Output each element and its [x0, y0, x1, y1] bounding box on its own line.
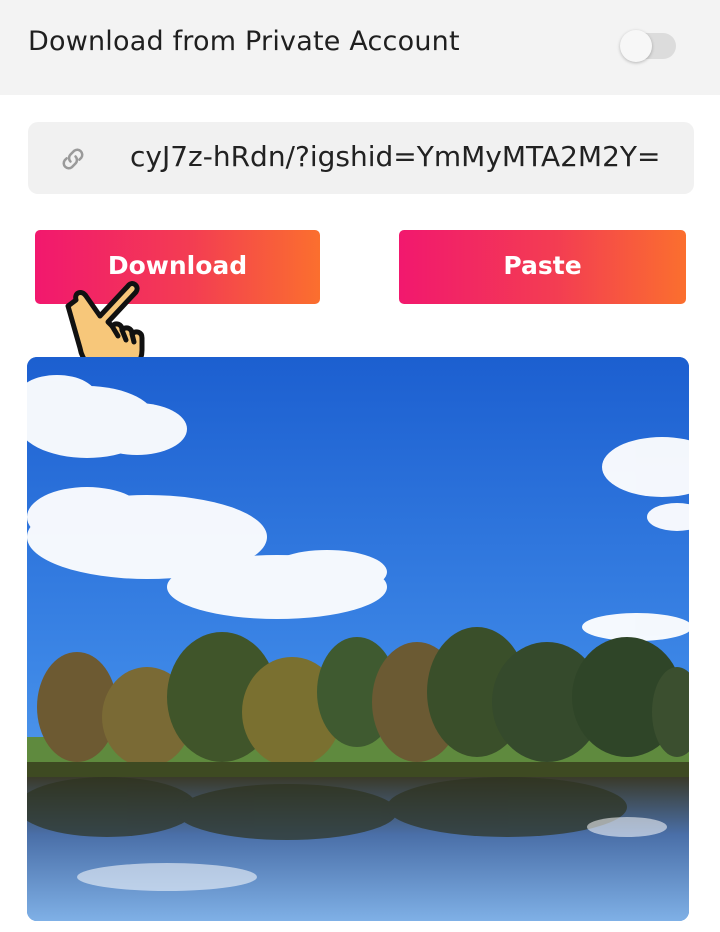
link-icon [62, 148, 84, 170]
page-title: Download from Private Account [28, 26, 460, 57]
paste-button[interactable]: Paste [399, 230, 686, 304]
toggle-knob[interactable] [620, 30, 652, 62]
url-input[interactable]: cyJ7z-hRdn/?igshid=YmMyMTA2M2Y= [28, 122, 694, 194]
private-account-toggle[interactable] [620, 30, 676, 62]
media-preview-image [27, 357, 689, 921]
header-bar: Download from Private Account [0, 0, 720, 95]
url-input-value[interactable]: cyJ7z-hRdn/?igshid=YmMyMTA2M2Y= [130, 140, 660, 173]
